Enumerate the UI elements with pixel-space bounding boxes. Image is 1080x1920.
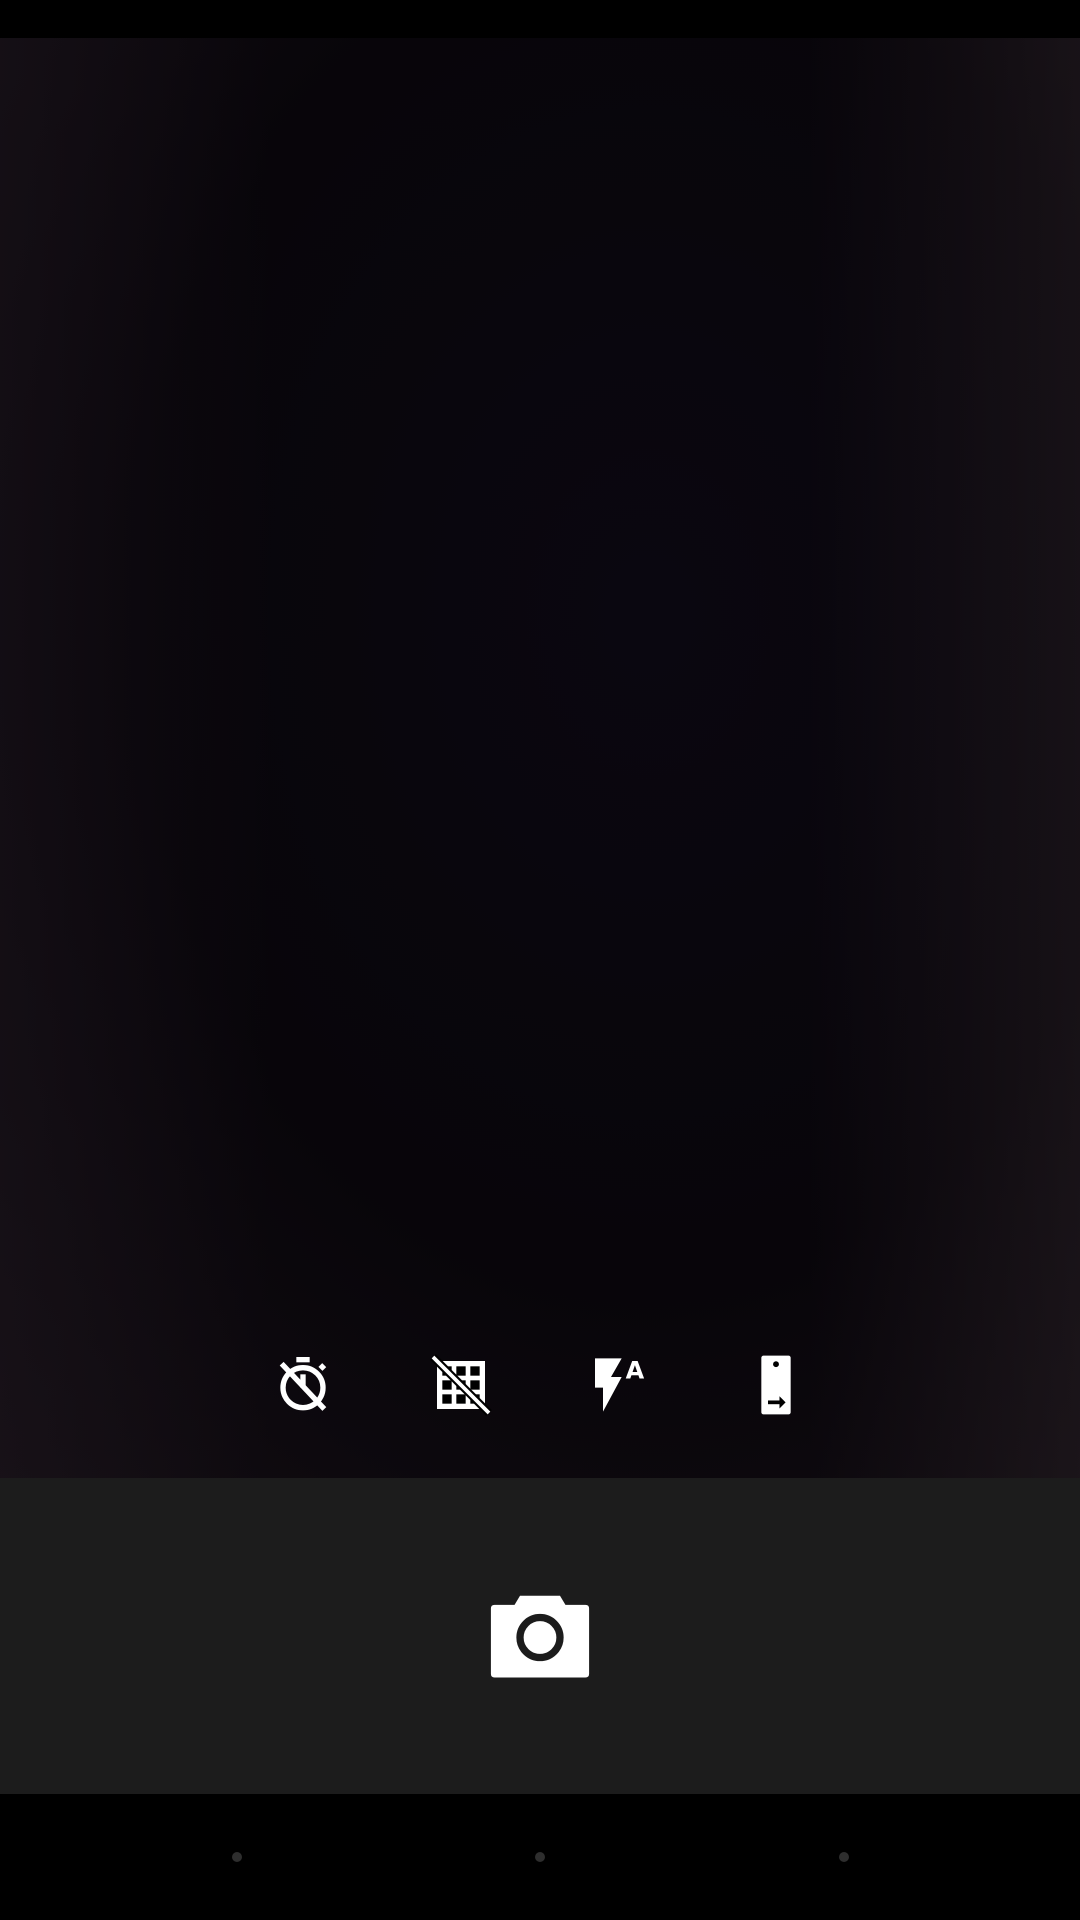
camera-icon — [490, 1595, 590, 1678]
bottom-control-panel — [0, 1478, 1080, 1794]
flash-auto-icon: A — [595, 1356, 645, 1412]
camera-settings-row: A — [0, 1345, 1080, 1425]
switch-camera-button[interactable] — [736, 1345, 816, 1425]
nav-home-button[interactable] — [505, 1822, 575, 1892]
timer-off-icon — [279, 1357, 327, 1411]
svg-text:A: A — [626, 1356, 645, 1384]
camera-viewfinder[interactable] — [0, 38, 1080, 1478]
grid-toggle-button[interactable] — [421, 1345, 501, 1425]
grid-off-icon — [430, 1354, 492, 1416]
nav-back-button[interactable] — [202, 1822, 272, 1892]
timer-toggle-button[interactable] — [263, 1345, 343, 1425]
nav-recents-button[interactable] — [809, 1822, 879, 1892]
nav-recents-dot — [839, 1852, 849, 1862]
switch-camera-icon — [761, 1355, 791, 1415]
shutter-button[interactable] — [480, 1578, 600, 1688]
flash-mode-button[interactable]: A — [579, 1345, 659, 1425]
nav-back-dot — [232, 1852, 242, 1862]
status-bar — [0, 0, 1080, 38]
nav-home-dot — [535, 1852, 545, 1862]
navigation-bar — [0, 1794, 1080, 1920]
